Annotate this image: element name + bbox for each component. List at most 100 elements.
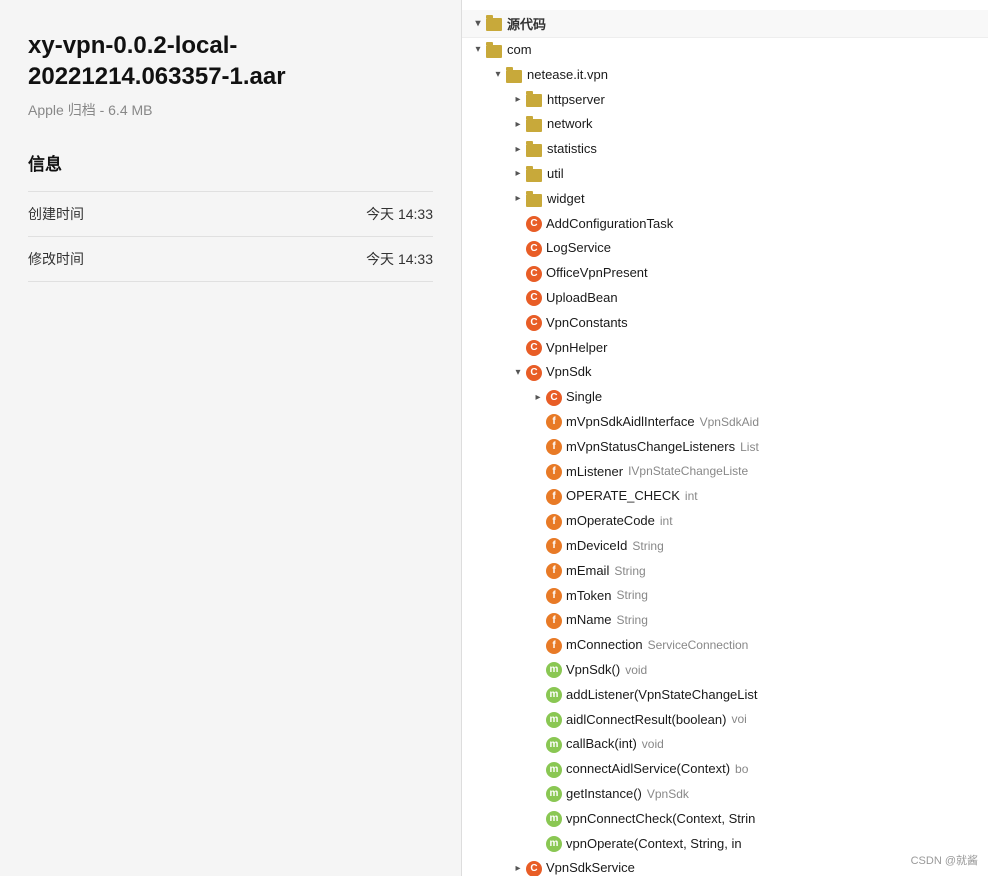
root-arrow [470,18,486,29]
node-label: VpnSdk() [566,660,620,681]
folder-icon [526,169,542,182]
tree-node-VpnSdk[interactable]: CVpnSdk [462,360,988,385]
tree-node-mOperateCode[interactable]: fmOperateCodeint [462,509,988,534]
node-label: VpnHelper [546,338,607,359]
node-label: mConnection [566,635,643,656]
tree-node-VpnConstants[interactable]: CVpnConstants [462,311,988,336]
node-label: vpnOperate(Context, String, in [566,834,742,855]
node-label: connectAidlService(Context) [566,759,730,780]
badge-f: f [546,439,562,455]
node-type-label: voi [731,710,746,729]
node-label: VpnSdk [546,362,592,383]
folder-icon [506,70,522,83]
tree-node-mVpnSdkAidlInterface[interactable]: fmVpnSdkAidlInterfaceVpnSdkAid [462,410,988,435]
root-header: 源代码 [462,10,988,38]
tree-node-connectAidlService[interactable]: mconnectAidlService(Context) bo [462,757,988,782]
tree-node-statistics[interactable]: statistics [462,137,988,162]
node-type-label: VpnSdkAid [700,413,759,432]
tree-node-util[interactable]: util [462,162,988,187]
badge-f: f [546,588,562,604]
tree-node-callBack[interactable]: mcallBack(int)void [462,732,988,757]
info-rows: 创建时间今天 14:33修改时间今天 14:33 [28,191,433,282]
tree-arrow [510,117,526,133]
badge-C: C [526,861,542,876]
root-folder-icon [486,18,502,31]
tree-node-addListener[interactable]: maddListener(VpnStateChangeList [462,683,988,708]
folder-icon [526,94,542,107]
tree-node-VpnSdkService[interactable]: CVpnSdkService [462,856,988,876]
badge-m: m [546,762,562,778]
badge-f: f [546,613,562,629]
badge-C: C [546,390,562,406]
badge-f: f [546,638,562,654]
tree-node-VpnSdkConstructor[interactable]: mVpnSdk()void [462,658,988,683]
tree-node-mToken[interactable]: fmToken String [462,584,988,609]
tree-node-vpnConnectCheck[interactable]: mvpnConnectCheck(Context, Strin [462,807,988,832]
badge-C: C [526,340,542,356]
badge-m: m [546,786,562,802]
tree-node-AddConfigurationTask[interactable]: CAddConfigurationTask [462,212,988,237]
node-type-label: IVpnStateChangeListe [628,462,748,481]
tree-node-Single[interactable]: CSingle [462,385,988,410]
tree-arrow [510,92,526,108]
tree-node-mDeviceId[interactable]: fmDeviceIdString [462,534,988,559]
tree-node-OfficeVpnPresent[interactable]: COfficeVpnPresent [462,261,988,286]
tree-arrow [510,861,526,876]
badge-f: f [546,538,562,554]
node-label: com [507,40,532,61]
tree-arrow [530,390,546,406]
tree-node-UploadBean[interactable]: CUploadBean [462,286,988,311]
root-label: 源代码 [507,14,546,33]
tree-node-LogService[interactable]: CLogService [462,236,988,261]
node-type-label: bo [735,760,748,779]
tree-node-mConnection[interactable]: fmConnectionServiceConnection [462,633,988,658]
badge-f: f [546,464,562,480]
badge-m: m [546,811,562,827]
tree-node-getInstance[interactable]: mgetInstance()VpnSdk [462,782,988,807]
info-row: 创建时间今天 14:33 [28,191,433,236]
node-label: mListener [566,462,623,483]
tree-node-mEmail[interactable]: fmEmailString [462,559,988,584]
tree-node-mVpnStatusChangeListeners[interactable]: fmVpnStatusChangeListenersList [462,435,988,460]
tree-node-vpnOperate[interactable]: mvpnOperate(Context, String, in [462,832,988,857]
tree-container: comnetease.it.vpnhttpservernetworkstatis… [462,38,988,876]
left-panel: xy-vpn-0.0.2-local-20221214.063357-1.aar… [0,0,462,876]
tree-arrow [510,142,526,158]
node-label: mToken [566,586,612,607]
node-label: OfficeVpnPresent [546,263,648,284]
node-type-label: String [617,586,648,605]
right-panel[interactable]: 源代码 comnetease.it.vpnhttpservernetworkst… [462,0,988,876]
tree-node-httpserver[interactable]: httpserver [462,88,988,113]
badge-m: m [546,662,562,678]
badge-f: f [546,563,562,579]
tree-node-widget[interactable]: widget [462,187,988,212]
tree-arrow [510,365,526,381]
folder-icon [526,119,542,132]
node-label: mOperateCode [566,511,655,532]
tree-node-netease[interactable]: netease.it.vpn [462,63,988,88]
info-label: 创建时间 [28,204,84,224]
tree-node-mName[interactable]: fmNameString [462,608,988,633]
node-label: mEmail [566,561,609,582]
node-label: AddConfigurationTask [546,214,673,235]
tree-node-com[interactable]: com [462,38,988,63]
node-label: Single [566,387,602,408]
badge-C: C [526,266,542,282]
node-label: callBack(int) [566,734,637,755]
node-label: statistics [547,139,597,160]
badge-C: C [526,241,542,257]
tree-node-mListener[interactable]: fmListener IVpnStateChangeListe [462,460,988,485]
folder-icon [486,45,502,58]
info-value: 今天 14:33 [366,249,433,269]
file-meta: Apple 归档 - 6.4 MB [28,100,433,120]
badge-f: f [546,489,562,505]
badge-C: C [526,315,542,331]
tree-node-network[interactable]: network [462,112,988,137]
file-title: xy-vpn-0.0.2-local-20221214.063357-1.aar [28,30,433,92]
tree-node-OPERATE_CHECK[interactable]: fOPERATE_CHECKint [462,484,988,509]
tree-node-VpnHelper[interactable]: CVpnHelper [462,336,988,361]
node-type-label: VpnSdk [647,785,689,804]
tree-node-aidlConnectResult[interactable]: maidlConnectResult(boolean)voi [462,708,988,733]
badge-C: C [526,290,542,306]
node-label: LogService [546,238,611,259]
